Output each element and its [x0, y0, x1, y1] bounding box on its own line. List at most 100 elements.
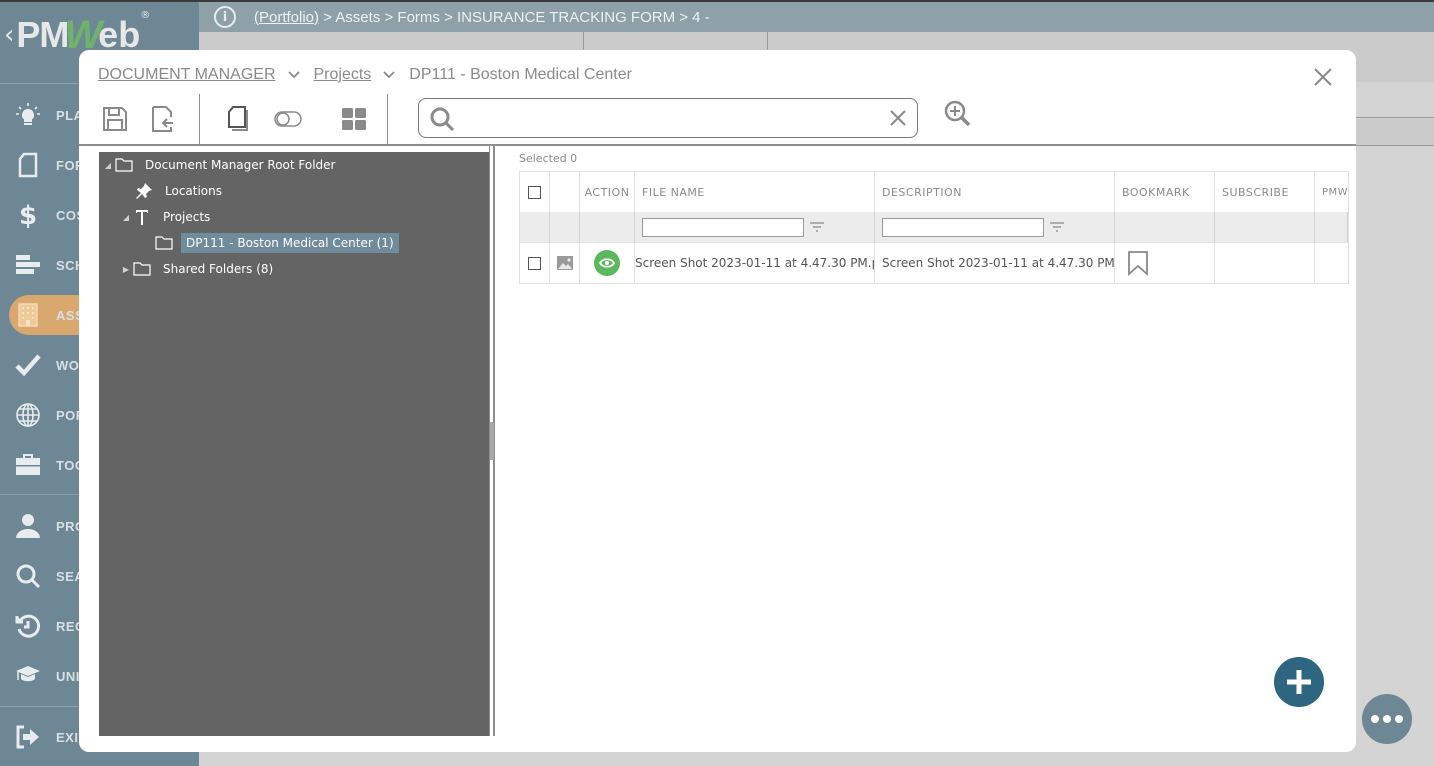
- lightbulb-icon: [0, 102, 56, 128]
- globe-icon: [0, 402, 56, 428]
- column-header-thumbnail: [550, 172, 580, 212]
- tree-node-label[interactable]: Document Manager Root Folder: [141, 156, 339, 174]
- bookmark-cell: [1115, 243, 1215, 283]
- exit-icon: [0, 725, 56, 749]
- filter-cell: [580, 212, 635, 242]
- bookmark-icon[interactable]: [1127, 250, 1149, 276]
- view-document-button[interactable]: [594, 250, 620, 276]
- search-icon[interactable]: [429, 106, 455, 136]
- toggle-icon: [274, 111, 302, 127]
- checkmark-icon: [0, 353, 56, 377]
- tree-node-label[interactable]: Shared Folders (8): [159, 260, 277, 278]
- page-header: i (Portfolio) > Assets > Forms > INSURAN…: [199, 0, 1434, 32]
- table-row[interactable]: Screen Shot 2023-01-11 at 4.47.30 PM.png…: [520, 242, 1348, 283]
- column-header-pmw[interactable]: PMW: [1315, 172, 1348, 212]
- document-icon: [0, 152, 56, 178]
- tree-node-locations[interactable]: Locations: [133, 180, 226, 202]
- grid-filter-row: [520, 212, 1348, 242]
- column-header-description[interactable]: DESCRIPTION: [875, 172, 1115, 212]
- document-copy-icon: [228, 106, 248, 131]
- documents-grid: ACTION FILE NAME DESCRIPTION BOOKMARK SU…: [519, 171, 1349, 284]
- subscribe-cell[interactable]: [1215, 243, 1315, 283]
- grid-view-button[interactable]: [337, 102, 371, 136]
- selected-count: Selected 0: [519, 152, 578, 165]
- select-all-cell: [520, 172, 550, 212]
- select-all-checkbox[interactable]: [528, 185, 541, 199]
- zoom-in-icon: [944, 100, 971, 127]
- eye-icon: [599, 258, 615, 268]
- collapse-triangle-icon[interactable]: ◢: [121, 213, 131, 222]
- tree-node-root[interactable]: ◢ Document Manager Root Folder: [103, 154, 339, 176]
- import-button[interactable]: [146, 102, 180, 136]
- copy-document-button[interactable]: [221, 102, 255, 136]
- toolbar-divider: [199, 94, 200, 144]
- file-name-cell[interactable]: Screen Shot 2023-01-11 at 4.47.30 PM.png: [635, 243, 875, 283]
- folder-icon: [153, 236, 175, 250]
- more-dot-icon: [1395, 715, 1403, 723]
- advanced-search-button[interactable]: [943, 99, 971, 131]
- filter-icon[interactable]: [809, 221, 825, 233]
- more-options-button[interactable]: [1362, 694, 1412, 744]
- toggle-button[interactable]: [271, 102, 305, 136]
- file-name-filter-input[interactable]: [642, 217, 804, 237]
- registered-mark: ®: [140, 10, 151, 21]
- tree-node-label[interactable]: Locations: [161, 182, 226, 200]
- user-icon: [0, 513, 56, 539]
- clear-search-icon[interactable]: [889, 109, 907, 131]
- hammer-icon: [131, 208, 153, 226]
- collapse-sidebar-icon[interactable]: ‹: [4, 20, 14, 50]
- close-icon: [1314, 68, 1332, 86]
- plus-icon: [1287, 670, 1311, 694]
- filter-cell: [1315, 212, 1348, 242]
- breadcrumb-portfolio-link[interactable]: (Portfolio): [254, 9, 319, 26]
- tree-node-label[interactable]: DP111 - Boston Medical Center (1): [181, 233, 399, 253]
- chevron-down-icon[interactable]: [383, 69, 395, 81]
- tree-node-shared-folders[interactable]: ▶ Shared Folders (8): [121, 258, 277, 280]
- collapse-triangle-icon[interactable]: ◢: [103, 161, 113, 170]
- splitter-handle[interactable]: [490, 422, 494, 460]
- filter-cell: [1115, 212, 1215, 242]
- modal-toolbar: [79, 92, 1356, 146]
- row-checkbox[interactable]: [528, 256, 541, 270]
- filter-cell: [550, 212, 580, 242]
- row-select-cell: [520, 243, 550, 283]
- filter-cell-file-name: [635, 212, 875, 242]
- search-input[interactable]: [463, 103, 883, 133]
- more-dot-icon: [1371, 715, 1379, 723]
- expand-triangle-icon[interactable]: ▶: [121, 265, 131, 274]
- building-icon: [0, 303, 56, 327]
- filter-icon[interactable]: [1049, 221, 1065, 233]
- breadcrumb-document-manager[interactable]: DOCUMENT MANAGER: [98, 66, 276, 84]
- folder-tree: ◢ Document Manager Root Folder Locations…: [99, 152, 490, 736]
- add-document-button[interactable]: [1274, 657, 1324, 707]
- logo-text-pm: PM: [16, 14, 69, 55]
- column-header-action[interactable]: ACTION: [580, 172, 635, 212]
- chevron-down-icon[interactable]: [287, 69, 300, 81]
- gantt-icon: [0, 253, 56, 277]
- toolbar-divider: [387, 94, 388, 144]
- tree-node-label[interactable]: Projects: [159, 208, 214, 226]
- save-icon: [103, 107, 127, 131]
- more-dot-icon: [1383, 715, 1391, 723]
- graduation-cap-icon: [0, 665, 56, 687]
- column-header-bookmark[interactable]: BOOKMARK: [1115, 172, 1215, 212]
- column-header-file-name[interactable]: FILE NAME: [635, 172, 875, 212]
- info-icon[interactable]: i: [214, 6, 236, 28]
- filter-cell: [520, 212, 550, 242]
- tree-node-projects[interactable]: ◢ Projects: [121, 206, 214, 228]
- breadcrumb-projects[interactable]: Projects: [314, 66, 372, 84]
- document-manager-modal: DOCUMENT MANAGER Projects DP111 - Boston…: [79, 50, 1356, 752]
- filter-cell-description: [875, 212, 1115, 242]
- tree-node-dp111[interactable]: DP111 - Boston Medical Center (1): [153, 232, 399, 254]
- app-root: ‹ PM W eb ® PLANNING FORMS $ COST: [0, 0, 1434, 766]
- dollar-icon: $: [0, 201, 56, 229]
- save-button[interactable]: [98, 102, 132, 136]
- description-filter-input[interactable]: [882, 217, 1044, 237]
- pmw-cell: [1315, 243, 1348, 283]
- panel-splitter[interactable]: [489, 146, 495, 736]
- column-header-subscribe[interactable]: SUBSCRIBE: [1215, 172, 1315, 212]
- close-button[interactable]: [1312, 66, 1334, 88]
- description-cell: Screen Shot 2023-01-11 at 4.47.30 PM: [875, 243, 1115, 283]
- breadcrumb-path: > Assets > Forms > INSURANCE TRACKING FO…: [319, 8, 710, 26]
- folder-icon: [131, 262, 153, 276]
